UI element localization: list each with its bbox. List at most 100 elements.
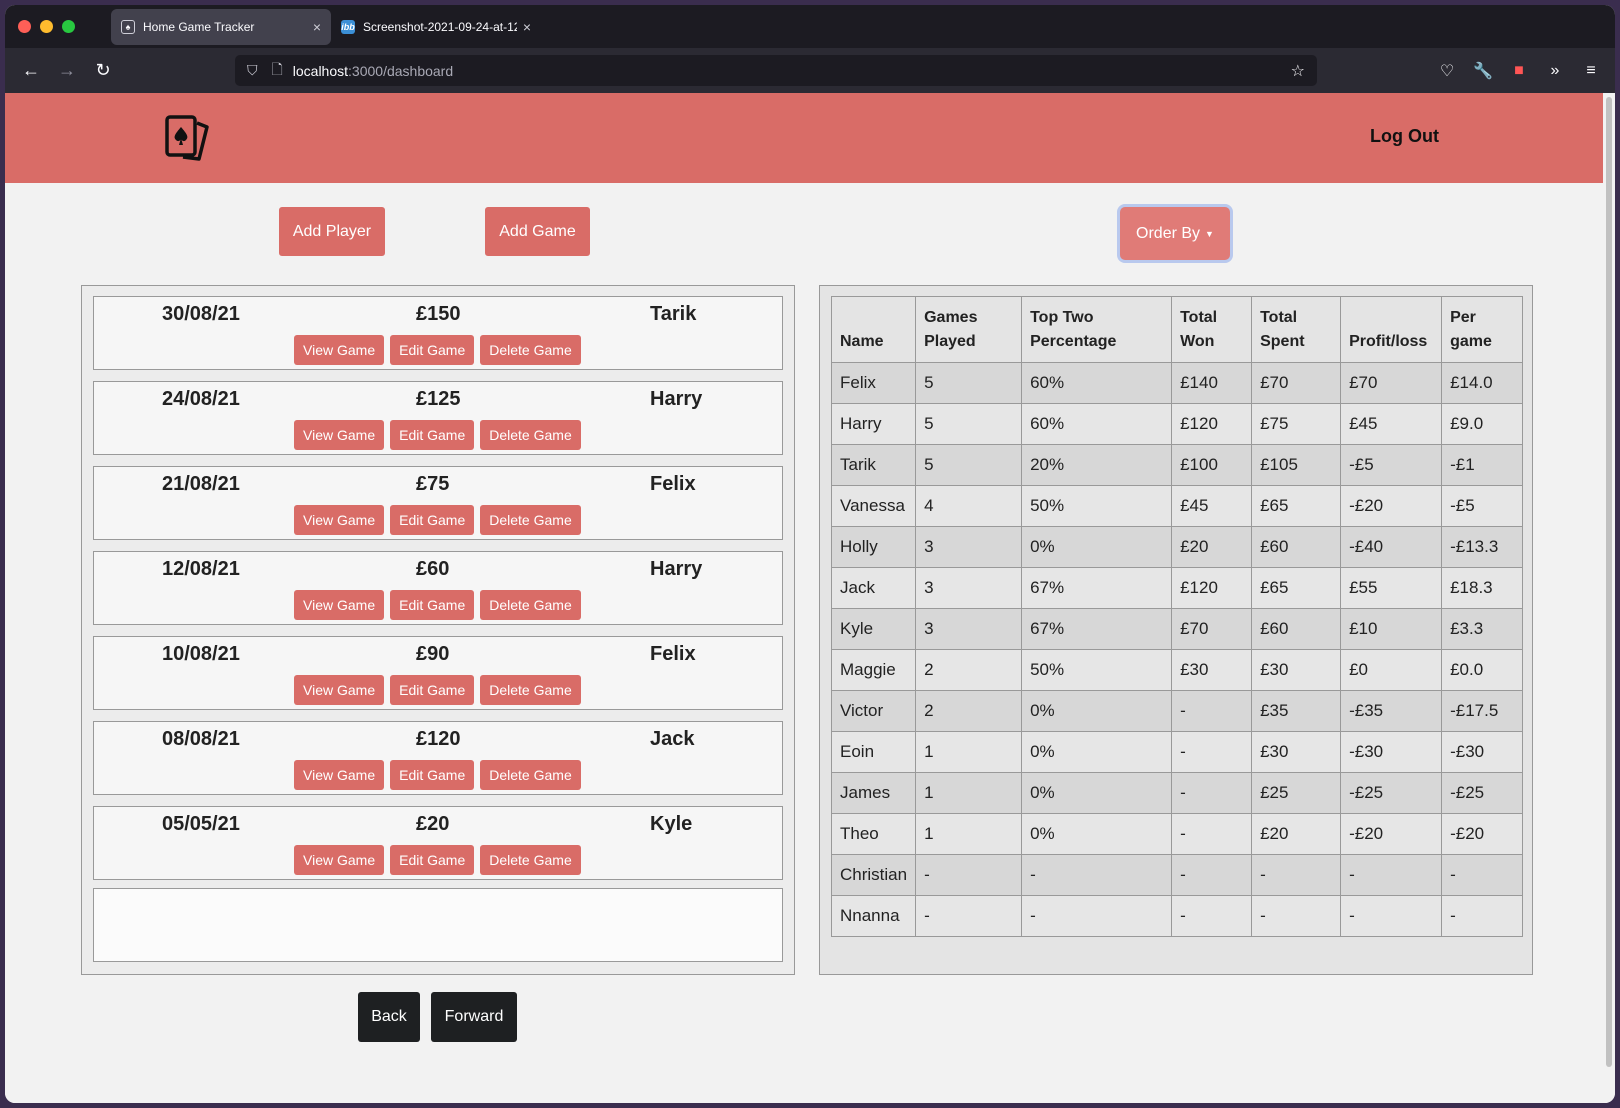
cell-games-played: - <box>915 854 1023 896</box>
edit-game-button[interactable]: Edit Game <box>390 420 475 450</box>
header-total-spent[interactable]: Total Spent <box>1251 296 1342 363</box>
maximize-window-button[interactable] <box>62 20 75 33</box>
playing-cards-logo-icon[interactable] <box>163 113 211 163</box>
cell-top-two: 50% <box>1021 649 1173 691</box>
table-row: Maggie 2 50% £30 £30 £0 £0.0 <box>830 649 1524 691</box>
cell-total-won: £30 <box>1171 649 1253 691</box>
game-winner: Kyle <box>650 813 693 835</box>
logout-link[interactable]: Log Out <box>1370 126 1439 147</box>
edit-game-button[interactable]: Edit Game <box>390 505 475 535</box>
cell-total-won: - <box>1171 731 1253 773</box>
page-scrollbar[interactable] <box>1603 93 1615 1103</box>
add-player-button[interactable]: Add Player <box>279 207 385 256</box>
empty-game-card <box>93 888 783 962</box>
menu-icon[interactable]: ≡ <box>1573 62 1609 80</box>
view-game-button[interactable]: View Game <box>294 335 385 365</box>
order-by-label: Order By <box>1136 224 1201 242</box>
edit-game-button[interactable]: Edit Game <box>390 845 475 875</box>
cell-name: Maggie <box>830 649 917 691</box>
url-host: localhost <box>292 62 349 79</box>
cell-per-game: - <box>1441 854 1524 896</box>
tab-close-icon[interactable]: × <box>523 19 531 35</box>
cell-games-played: 3 <box>915 567 1023 609</box>
table-row: Vanessa 4 50% £45 £65 -£20 -£5 <box>830 485 1524 527</box>
address-bar[interactable]: ⛉ 🗋 localhost:3000/dashboard ☆ <box>235 55 1317 86</box>
cell-per-game: -£20 <box>1441 813 1524 855</box>
back-icon[interactable]: ← <box>13 60 49 81</box>
star-icon[interactable]: ☆ <box>1291 61 1305 81</box>
edit-game-button[interactable]: Edit Game <box>390 335 475 365</box>
wrench-icon[interactable]: 🔧 <box>1465 61 1501 81</box>
tab-close-icon[interactable]: × <box>313 19 321 35</box>
cell-total-spent: £30 <box>1251 649 1342 691</box>
cell-per-game: £3.3 <box>1441 608 1524 650</box>
back-button[interactable]: Back <box>358 992 420 1042</box>
cell-name: Harry <box>830 403 917 445</box>
header-games-played[interactable]: Games Played <box>915 296 1023 363</box>
cell-games-played: 1 <box>915 772 1023 814</box>
forward-button[interactable]: Forward <box>431 992 517 1042</box>
cell-per-game: -£5 <box>1441 485 1524 527</box>
delete-game-button[interactable]: Delete Game <box>480 675 581 705</box>
cell-per-game: £18.3 <box>1441 567 1524 609</box>
page-content: Log Out Add Player Add Game Order By ▼ 3… <box>5 93 1603 1103</box>
cell-name: Felix <box>830 362 917 404</box>
header-name[interactable]: Name <box>830 296 917 363</box>
extension-icon[interactable]: ■ <box>1501 62 1537 80</box>
cell-total-won: £100 <box>1171 444 1253 486</box>
cell-profit-loss: -£30 <box>1340 731 1443 773</box>
view-game-button[interactable]: View Game <box>294 420 385 450</box>
cell-name: Theo <box>830 813 917 855</box>
cell-name: Christian <box>830 854 917 896</box>
view-game-button[interactable]: View Game <box>294 760 385 790</box>
view-game-button[interactable]: View Game <box>294 675 385 705</box>
shield-icon[interactable]: ⛉ <box>247 62 258 79</box>
cell-name: James <box>830 772 917 814</box>
delete-game-button[interactable]: Delete Game <box>480 590 581 620</box>
pocket-icon[interactable]: ♡ <box>1429 61 1465 81</box>
scrollbar-thumb[interactable] <box>1606 97 1612 1067</box>
close-window-button[interactable] <box>18 20 31 33</box>
cell-profit-loss: - <box>1340 895 1443 937</box>
view-game-button[interactable]: View Game <box>294 845 385 875</box>
header-top-two[interactable]: Top Two Percentage <box>1021 296 1173 363</box>
forward-icon[interactable]: → <box>49 60 85 81</box>
cell-profit-loss: -£25 <box>1340 772 1443 814</box>
view-game-button[interactable]: View Game <box>294 505 385 535</box>
cell-profit-loss: £55 <box>1340 567 1443 609</box>
view-game-button[interactable]: View Game <box>294 590 385 620</box>
tab-title: Home Game Tracker <box>143 19 255 34</box>
delete-game-button[interactable]: Delete Game <box>480 335 581 365</box>
minimize-window-button[interactable] <box>40 20 53 33</box>
tab-home-game-tracker[interactable]: ♠ Home Game Tracker × <box>111 8 331 45</box>
cell-per-game: - <box>1441 895 1524 937</box>
reload-icon[interactable]: ↻ <box>85 60 121 81</box>
cell-top-two: 67% <box>1021 567 1173 609</box>
game-date: 10/08/21 <box>162 643 240 665</box>
game-actions: View Game Edit Game Delete Game <box>294 505 581 535</box>
edit-game-button[interactable]: Edit Game <box>390 590 475 620</box>
game-actions: View Game Edit Game Delete Game <box>294 420 581 450</box>
page-icon[interactable]: 🗋 <box>272 59 283 83</box>
game-card: 24/08/21 £125 Harry View Game Edit Game … <box>93 381 783 455</box>
tab-screenshot[interactable]: ibb Screenshot-2021-09-24-at-12- × <box>331 9 541 45</box>
header-profit-loss[interactable]: Profit/loss <box>1340 296 1443 363</box>
cell-total-spent: £30 <box>1251 731 1342 773</box>
game-card: 12/08/21 £60 Harry View Game Edit Game D… <box>93 551 783 625</box>
delete-game-button[interactable]: Delete Game <box>480 420 581 450</box>
delete-game-button[interactable]: Delete Game <box>480 760 581 790</box>
delete-game-button[interactable]: Delete Game <box>480 505 581 535</box>
cell-top-two: 0% <box>1021 731 1173 773</box>
header-total-won[interactable]: Total Won <box>1171 296 1253 363</box>
url-path: :3000/dashboard <box>348 62 454 79</box>
order-by-dropdown[interactable]: Order By ▼ <box>1120 207 1230 260</box>
table-row: Felix 5 60% £140 £70 £70 £14.0 <box>830 362 1524 404</box>
delete-game-button[interactable]: Delete Game <box>480 845 581 875</box>
add-game-button[interactable]: Add Game <box>485 207 590 256</box>
overflow-icon[interactable]: » <box>1537 62 1573 80</box>
cell-total-won: £45 <box>1171 485 1253 527</box>
edit-game-button[interactable]: Edit Game <box>390 760 475 790</box>
game-card: 08/08/21 £120 Jack View Game Edit Game D… <box>93 721 783 795</box>
header-per-game[interactable]: Per game <box>1441 296 1524 363</box>
edit-game-button[interactable]: Edit Game <box>390 675 475 705</box>
